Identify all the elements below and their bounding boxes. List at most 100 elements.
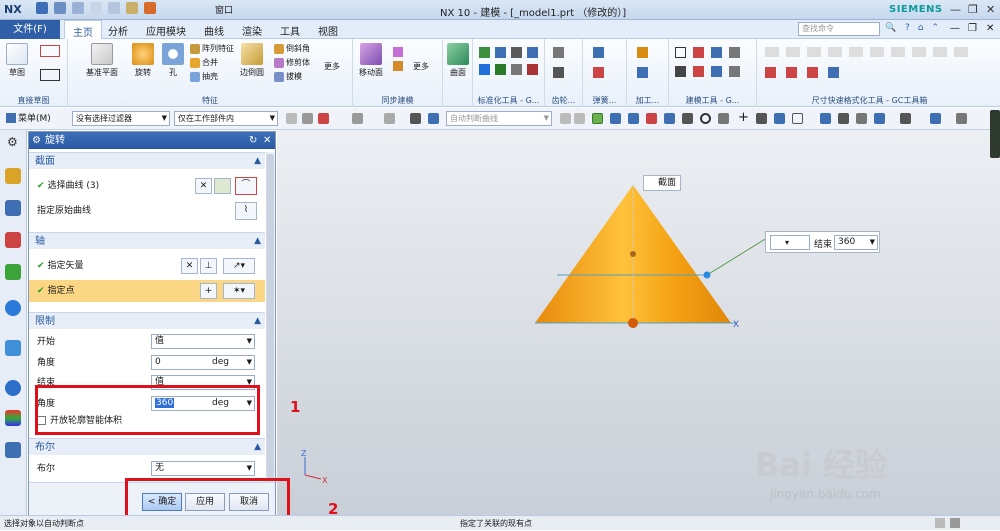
cut-icon[interactable]: [90, 2, 102, 14]
trim-body-button[interactable]: 修剪体: [274, 57, 310, 68]
graphics-window[interactable]: X Z X: [277, 130, 1000, 515]
select-curve-row[interactable]: ✔ 选择曲线 (3) ✕ ⌒: [29, 175, 265, 197]
tool-icon[interactable]: [574, 113, 585, 124]
tab-view[interactable]: 视图: [318, 23, 338, 38]
dim-tool-icon[interactable]: [807, 67, 818, 78]
dim-format-icon[interactable]: [828, 47, 842, 57]
surface-button[interactable]: 曲面: [447, 43, 469, 78]
tool-icon[interactable]: [756, 113, 767, 124]
minimize-icon[interactable]: —: [950, 3, 961, 16]
dim-format-icon[interactable]: [786, 47, 800, 57]
tab-render[interactable]: 渲染: [242, 23, 262, 38]
point-type-dropdown[interactable]: ✶▾: [223, 283, 255, 299]
close-icon[interactable]: ✕: [986, 3, 995, 16]
rect-select-icon[interactable]: [384, 113, 395, 124]
tool-icon[interactable]: [495, 47, 506, 58]
tab-curve[interactable]: 曲线: [204, 23, 224, 38]
start-angle-input[interactable]: 0 deg ▼: [151, 355, 255, 370]
orient-view-icon[interactable]: [930, 113, 941, 124]
dim-format-icon[interactable]: [870, 47, 884, 57]
dim-tool-icon[interactable]: [786, 67, 797, 78]
dim-format-icon[interactable]: [807, 47, 821, 57]
web-browser-icon[interactable]: [5, 300, 21, 316]
redo-icon[interactable]: [72, 2, 84, 14]
existing-point-icon[interactable]: +: [738, 110, 749, 125]
tool-icon[interactable]: [693, 66, 704, 77]
edge-blend-button[interactable]: 边倒圆: [240, 43, 264, 78]
tool-icon[interactable]: [479, 47, 490, 58]
home-icon[interactable]: ⌂: [918, 23, 924, 33]
quadrant-icon[interactable]: [718, 113, 729, 124]
gear-icon[interactable]: [553, 67, 564, 78]
dialog-scroll-thumb[interactable]: [267, 154, 274, 480]
unite-button[interactable]: 合并: [190, 57, 218, 68]
cube-icon[interactable]: [428, 113, 439, 124]
expand-icon[interactable]: ⌃: [932, 23, 940, 33]
start-type-dropdown[interactable]: 值 ▼: [151, 334, 255, 349]
copy-icon[interactable]: [108, 2, 120, 14]
tool-icon[interactable]: [774, 113, 785, 124]
endpoint-icon[interactable]: [610, 113, 621, 124]
tab-analysis[interactable]: 分析: [108, 23, 128, 38]
tab-applications[interactable]: 应用模块: [146, 23, 186, 38]
paste-icon[interactable]: [126, 2, 138, 14]
tab-tools[interactable]: 工具: [280, 23, 300, 38]
gear-icon[interactable]: [553, 47, 564, 58]
limits-group-header[interactable]: 限制 ▲: [29, 312, 265, 329]
draft-button[interactable]: 拔模: [274, 71, 302, 82]
constraint-navigator-icon[interactable]: [5, 232, 21, 248]
boolean-dropdown[interactable]: 无 ▼: [151, 461, 255, 476]
vector-handle-icon[interactable]: [630, 251, 636, 257]
gear-icon[interactable]: ⚙: [7, 135, 18, 149]
window-menu[interactable]: 窗口: [215, 3, 233, 16]
roles-icon[interactable]: [5, 442, 21, 458]
help-icon[interactable]: ?: [905, 23, 910, 33]
tool-icon[interactable]: [711, 66, 722, 77]
spring-icon[interactable]: [593, 47, 604, 58]
specify-vector-row[interactable]: ✔ 指定矢量 ✕ ⊥ ↗▾: [29, 255, 265, 277]
center-icon[interactable]: [682, 113, 693, 124]
dim-format-icon[interactable]: [933, 47, 947, 57]
tool-icon[interactable]: [711, 47, 722, 58]
command-search-input[interactable]: 查找命令: [798, 22, 880, 36]
spring-icon[interactable]: [593, 67, 604, 78]
reset-icon[interactable]: ↻: [249, 132, 257, 149]
shell-button[interactable]: 抽壳: [190, 71, 218, 82]
curve-rule-dropdown[interactable]: 自动判断曲线 ▼: [446, 111, 552, 126]
rectangle-icon[interactable]: [40, 69, 60, 81]
reuse-library-icon[interactable]: [5, 264, 21, 280]
dim-tool-icon[interactable]: [828, 67, 839, 78]
touch-mode-icon[interactable]: [144, 2, 156, 14]
dim-format-icon[interactable]: [849, 47, 863, 57]
undo-icon[interactable]: [54, 2, 66, 14]
sync-more-button[interactable]: 更多: [413, 61, 429, 72]
dim-tool-icon[interactable]: [765, 67, 776, 78]
pattern-feature-button[interactable]: 阵列特征: [190, 43, 234, 54]
doc-restore-icon[interactable]: ❐: [968, 23, 977, 34]
doc-close-icon[interactable]: ✕: [986, 23, 994, 34]
tool-icon[interactable]: [693, 47, 704, 58]
vector-type-dropdown[interactable]: ↗▾: [223, 258, 255, 274]
view-icon[interactable]: [856, 113, 867, 124]
status-icon[interactable]: [935, 518, 945, 528]
section-group-header[interactable]: 截面 ▲: [29, 152, 265, 169]
dim-format-icon[interactable]: [891, 47, 905, 57]
clock-icon[interactable]: [5, 380, 21, 396]
tool-icon[interactable]: [956, 113, 967, 124]
search-icon[interactable]: 🔍: [885, 23, 896, 33]
tool-icon[interactable]: [495, 64, 506, 75]
section-label-tag[interactable]: 截面: [643, 175, 682, 191]
sketch-button[interactable]: 草图: [6, 43, 28, 78]
axis-point-marker[interactable]: [628, 318, 638, 328]
tool-icon[interactable]: [729, 47, 740, 58]
feature-more-button[interactable]: 更多: [324, 61, 340, 72]
dim-format-icon[interactable]: [912, 47, 926, 57]
restore-icon[interactable]: ❐: [968, 3, 978, 16]
selection-filter-dropdown[interactable]: 没有选择过滤器 ▼: [72, 111, 170, 126]
move-face-button[interactable]: 移动面: [359, 43, 383, 78]
tool-icon[interactable]: [675, 66, 686, 77]
drag-handle-icon[interactable]: [703, 271, 711, 279]
filter-icon[interactable]: [286, 113, 297, 124]
gear-icon[interactable]: ⚙: [32, 132, 41, 149]
dialog-title-bar[interactable]: ⚙ 旋转 ↻ ✕: [29, 132, 275, 149]
